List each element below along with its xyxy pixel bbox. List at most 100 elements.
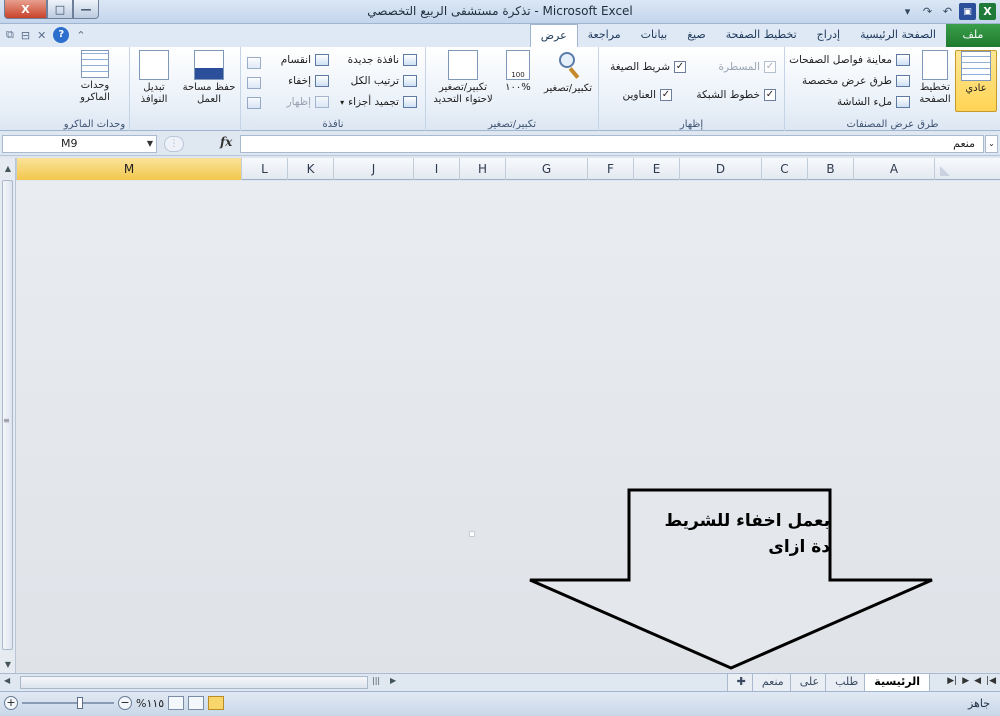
column-header-j[interactable]: J [333,158,413,180]
switch-windows-button[interactable]: تبديل النوافذ [130,50,178,106]
split-icon [315,54,329,66]
column-header-l[interactable]: L [241,158,287,180]
reset-window-position-button[interactable] [247,93,261,113]
sheet-tab-main[interactable]: الرئيسية [864,674,930,692]
tab-page-layout[interactable]: تخطيط الصفحة [716,24,807,47]
zoom-slider-knob[interactable] [77,697,83,709]
save-workspace-icon [194,50,224,80]
column-header-f[interactable]: F [587,158,633,180]
column-header-i[interactable]: I [413,158,459,180]
sync-scrolling-button[interactable] [247,73,261,93]
minimize-ribbon-icon[interactable]: ⌃ [76,29,85,42]
sheet-first-icon[interactable]: |◀ [986,676,996,686]
column-header-k[interactable]: K [287,158,333,180]
zoom-100-label: ١٠٠% [505,82,531,93]
chevron-down-icon[interactable]: ▼ [147,136,153,152]
tab-insert[interactable]: إدراج [807,24,850,47]
column-header-h[interactable]: H [459,158,505,180]
horizontal-scroll-thumb[interactable] [20,676,368,689]
customize-qat-icon[interactable]: ▾ [899,3,916,20]
page-break-label: معاينة فواصل الصفحات [789,54,892,66]
zoom-level[interactable]: %١١٥ [136,697,164,710]
column-header-a[interactable]: A [853,158,934,180]
sync-scroll-icon [247,77,261,89]
gridlines-label: خطوط الشبكة [696,89,760,101]
view-side-by-side-button[interactable] [247,53,261,73]
group-label-window: نافذة [322,119,344,130]
insert-function-icon[interactable]: fx [220,135,232,149]
page-layout-view-button[interactable]: تخطيط الصفحة [913,50,957,106]
column-header-g[interactable]: G [505,158,587,180]
scroll-left-icon[interactable]: ◀ [4,676,10,685]
normal-view-label: عادي [965,83,987,94]
new-window-button[interactable]: نافذة جديدة [348,50,417,70]
formula-bar-checkbox[interactable]: ✓ شريط الصيغة [610,57,686,77]
select-all-corner[interactable] [934,158,1000,180]
zoom-100-button[interactable]: 100 ١٠٠% [498,50,538,94]
split-button[interactable]: انقسام [281,50,329,70]
close-workbook-icon[interactable]: ✕ [37,29,46,42]
unhide-window-button[interactable]: إظهار [287,92,329,112]
save-icon[interactable]: ▣ [959,3,976,20]
sheet-last-icon[interactable]: ▶| [947,676,957,686]
full-screen-button[interactable]: ملء الشاشة [837,92,910,112]
custom-views-button[interactable]: طرق عرض مخصصة [802,71,910,91]
help-icon[interactable]: ? [53,27,70,43]
normal-view-button[interactable]: عادي [955,50,997,112]
scroll-up-icon[interactable]: ▲ [1,162,15,176]
vertical-scrollbar[interactable]: ▲ ≡ ▼ [0,158,16,673]
macros-label: وحدات الماكرو [80,80,110,103]
horizontal-scrollbar[interactable]: ◀ ||| ▶ [0,676,404,690]
column-header-e[interactable]: E [633,158,679,180]
workbook-minimize-icon[interactable]: ⊟ [21,29,30,42]
tab-review[interactable]: مراجعة [578,24,631,47]
formula-bar-grip-icon[interactable]: ⋮ [164,136,184,152]
freeze-panes-button[interactable]: تجميد أجزاء ▾ [340,92,417,112]
ribbon-help-area: ⧉ ⊟ ✕ ? ⌃ [6,27,86,43]
arrange-all-button[interactable]: ترتيب الكل [351,71,417,91]
tab-view[interactable]: عرض [529,24,578,47]
column-header-c[interactable]: C [761,158,807,180]
column-header-m[interactable]: M [16,158,241,180]
zoom-out-icon[interactable]: − [118,696,132,710]
normal-view-icon[interactable] [208,696,225,710]
sheet-next-icon[interactable]: ▶ [962,676,969,686]
expand-formula-bar-icon[interactable]: ⌄ [985,135,998,153]
page-layout-view-icon[interactable] [188,696,205,710]
scroll-right-icon[interactable]: ▶ [390,676,396,685]
sheet-tab-ali[interactable]: على [789,674,830,692]
sheet-prev-icon[interactable]: ◀ [974,676,981,686]
page-break-preview-button[interactable]: معاينة فواصل الصفحات [789,50,910,70]
macros-button[interactable]: وحدات الماكرو [70,50,120,104]
tab-data[interactable]: بيانات [631,24,678,47]
headings-checkbox[interactable]: ✓ العناوين [622,85,672,105]
sheet-tab-moneim[interactable]: منعم [751,674,794,692]
tab-formulas[interactable]: صيغ [677,24,716,47]
worksheet-grid[interactable] [16,181,1000,672]
sheet-tab-order[interactable]: طلب [825,674,869,692]
hide-window-button[interactable]: إخفاء [288,71,329,91]
formula-input[interactable]: منعم [240,135,984,153]
gridlines-checkbox[interactable]: ✓ خطوط الشبكة [696,85,776,105]
ruler-checkbox[interactable]: ✓ المسطرة [719,57,776,77]
zoom-slider[interactable] [22,696,114,710]
title-bar: X □ — تذكرة مستشفى الربيع التخصصي - Micr… [0,0,1000,24]
undo-icon[interactable]: ↶ [939,3,956,20]
zoom-to-selection-button[interactable]: تكبير/تصغير لاحتواء التحديد [430,50,496,106]
column-header-b[interactable]: B [807,158,853,180]
vertical-scroll-thumb[interactable] [2,180,13,650]
zoom-button[interactable]: تكبير/تصغير [542,50,594,95]
name-box[interactable]: M9 ▼ [2,135,157,153]
save-workspace-button[interactable]: حفظ مساحة العمل [180,50,238,106]
switch-windows-icon [139,50,169,80]
scroll-down-icon[interactable]: ▼ [1,658,15,672]
excel-logo-icon[interactable]: X [979,3,996,20]
tab-home[interactable]: الصفحة الرئيسية [850,24,946,47]
page-layout-view-label: تخطيط الصفحة [919,82,951,105]
tab-file[interactable]: ملف [946,24,1000,47]
redo-icon[interactable]: ↷ [919,3,936,20]
restore-window-icon[interactable]: ⧉ [6,28,14,42]
column-header-d[interactable]: D [679,158,761,180]
page-break-view-icon[interactable] [168,696,185,710]
zoom-in-icon[interactable]: + [4,696,18,710]
